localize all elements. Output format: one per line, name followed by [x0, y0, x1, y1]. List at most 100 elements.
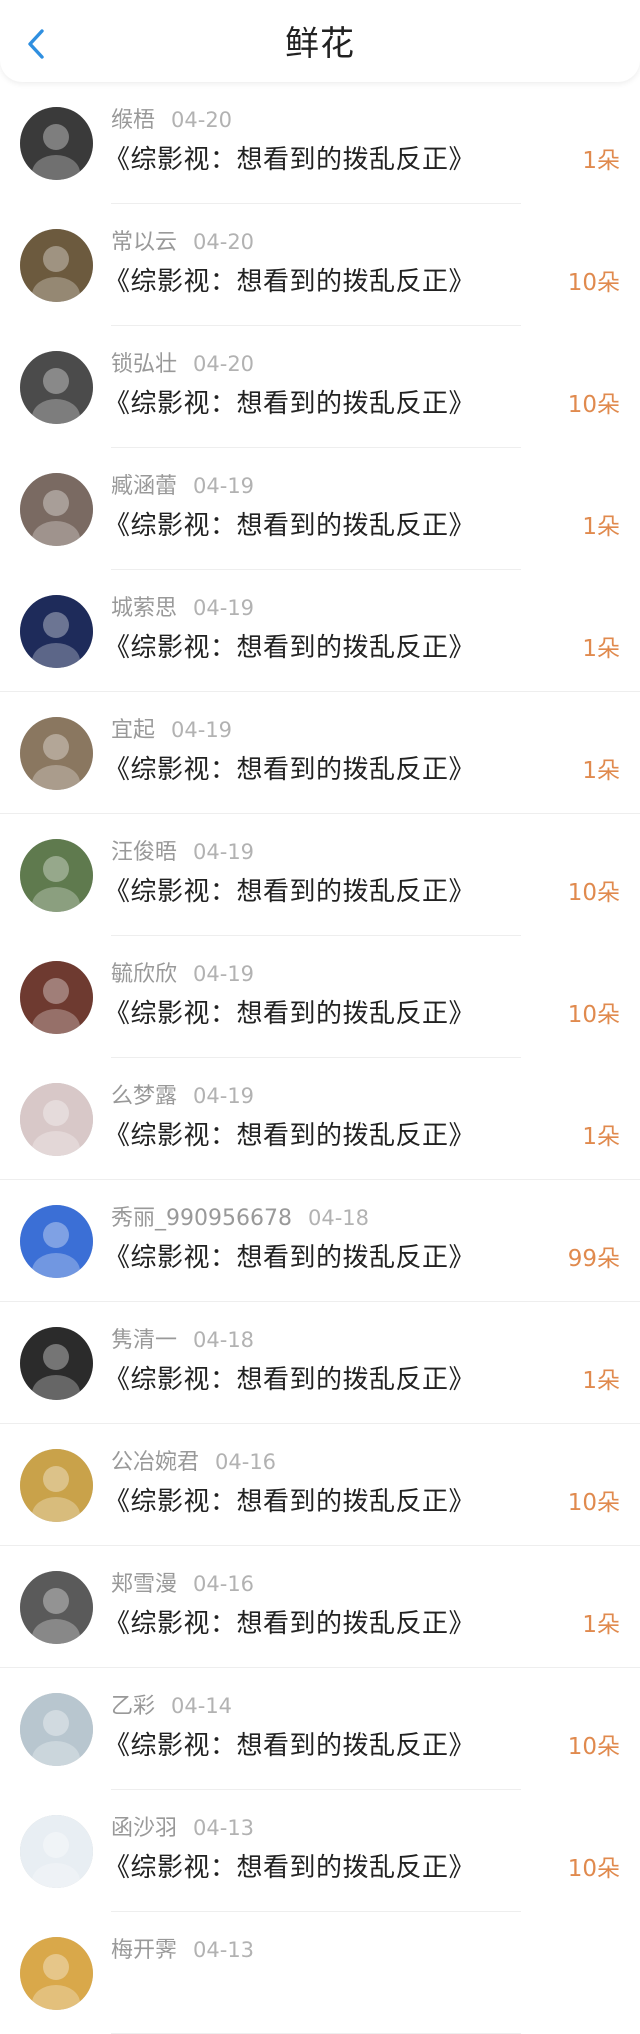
- avatar[interactable]: [20, 1449, 93, 1522]
- user-name: 么梦露: [111, 1084, 178, 1109]
- list-item[interactable]: 汪俊晤 04-19 《综影视：想看到的拨乱反正》 10朵: [0, 814, 640, 936]
- user-name: 汪俊晤: [111, 840, 178, 865]
- flower-count: 1朵: [582, 148, 620, 174]
- list-item[interactable]: 郏雪漫 04-16 《综影视：想看到的拨乱反正》 1朵: [0, 1546, 640, 1668]
- user-name-line: 郏雪漫 04-16: [111, 1569, 254, 1600]
- book-title: 《综影视：想看到的拨乱反正》: [104, 145, 476, 175]
- list-item[interactable]: 城萦思 04-19 《综影视：想看到的拨乱反正》 1朵: [0, 570, 640, 692]
- avatar[interactable]: [20, 1571, 93, 1644]
- avatar[interactable]: [20, 351, 93, 424]
- flower-count: 99朵: [567, 1246, 620, 1272]
- book-title: 《综影视：想看到的拨乱反正》: [104, 1121, 476, 1151]
- user-name: 城萦思: [111, 596, 178, 621]
- avatar[interactable]: [20, 1327, 93, 1400]
- list-item[interactable]: 臧涵蕾 04-19 《综影视：想看到的拨乱反正》 1朵: [0, 448, 640, 570]
- avatar[interactable]: [20, 1693, 93, 1766]
- user-name-line: 常以云 04-20: [111, 227, 254, 258]
- user-name-line: 汪俊晤 04-19: [111, 837, 254, 868]
- flower-count: 1朵: [582, 1368, 620, 1394]
- list-item[interactable]: 锁弘壮 04-20 《综影视：想看到的拨乱反正》 10朵: [0, 326, 640, 448]
- flower-list: 缑梧 04-20 《综影视：想看到的拨乱反正》 1朵 常以云 04-20 《综影视：想看到的…: [0, 82, 640, 2034]
- user-name: 梅开霁: [111, 1938, 178, 1963]
- gift-date: 04-20: [193, 352, 255, 376]
- avatar[interactable]: [20, 961, 93, 1034]
- flower-count: 10朵: [567, 1856, 620, 1882]
- list-item[interactable]: 梅开霁 04-13: [0, 1912, 640, 2034]
- user-name: 锁弘壮: [111, 352, 178, 377]
- avatar[interactable]: [20, 107, 93, 180]
- user-name: 隽清一: [111, 1328, 178, 1353]
- gift-date: 04-20: [193, 230, 255, 254]
- gift-date: 04-18: [307, 1206, 370, 1230]
- user-name-line: 公冶婉君 04-16: [111, 1447, 276, 1478]
- book-title: 《综影视：想看到的拨乱反正》: [104, 633, 476, 663]
- flower-count: 1朵: [582, 758, 620, 784]
- page-title: 鲜花: [285, 24, 355, 64]
- gift-date: 04-14: [171, 1694, 233, 1718]
- gift-date: 04-19: [193, 474, 255, 498]
- book-title: 《综影视：想看到的拨乱反正》: [104, 999, 476, 1029]
- avatar[interactable]: [20, 1937, 93, 2010]
- list-item[interactable]: 隽清一 04-18 《综影视：想看到的拨乱反正》 1朵: [0, 1302, 640, 1424]
- book-title: 《综影视：想看到的拨乱反正》: [104, 755, 476, 785]
- user-name: 臧涵蕾: [111, 474, 178, 499]
- user-name-line: 么梦露 04-19: [111, 1081, 254, 1112]
- user-name-line: 锁弘壮 04-20: [111, 349, 254, 380]
- book-title: 《综影视：想看到的拨乱反正》: [104, 877, 476, 907]
- flower-count: 1朵: [582, 514, 620, 540]
- gift-date: 04-19: [193, 596, 255, 620]
- book-title: 《综影视：想看到的拨乱反正》: [104, 1243, 476, 1273]
- user-name: 秀丽_990956678: [111, 1206, 292, 1231]
- avatar[interactable]: [20, 1205, 93, 1278]
- book-title: 《综影视：想看到的拨乱反正》: [104, 1487, 476, 1517]
- gift-date: 04-19: [193, 840, 255, 864]
- gift-date: 04-20: [171, 108, 233, 132]
- flower-count: 10朵: [567, 1002, 620, 1028]
- list-item[interactable]: 缑梧 04-20 《综影视：想看到的拨乱反正》 1朵: [0, 82, 640, 204]
- book-title: 《综影视：想看到的拨乱反正》: [104, 1609, 476, 1639]
- user-name: 毓欣欣: [111, 962, 178, 987]
- user-name: 公冶婉君: [111, 1450, 200, 1475]
- user-name: 常以云: [111, 230, 178, 255]
- flower-count: 10朵: [567, 270, 620, 296]
- list-item[interactable]: 毓欣欣 04-19 《综影视：想看到的拨乱反正》 10朵: [0, 936, 640, 1058]
- book-title: 《综影视：想看到的拨乱反正》: [104, 511, 476, 541]
- avatar[interactable]: [20, 1083, 93, 1156]
- list-item[interactable]: 公冶婉君 04-16 《综影视：想看到的拨乱反正》 10朵: [0, 1424, 640, 1546]
- book-title: 《综影视：想看到的拨乱反正》: [104, 389, 476, 419]
- user-name: 函沙羽: [111, 1816, 178, 1841]
- user-name: 宜起: [111, 718, 156, 743]
- user-name-line: 臧涵蕾 04-19: [111, 471, 254, 502]
- list-item[interactable]: 常以云 04-20 《综影视：想看到的拨乱反正》 10朵: [0, 204, 640, 326]
- avatar[interactable]: [20, 839, 93, 912]
- avatar[interactable]: [20, 1815, 93, 1888]
- book-title: 《综影视：想看到的拨乱反正》: [104, 267, 476, 297]
- user-name-line: 毓欣欣 04-19: [111, 959, 254, 990]
- flower-count: 10朵: [567, 880, 620, 906]
- user-name: 乙彩: [111, 1694, 156, 1719]
- avatar[interactable]: [20, 229, 93, 302]
- list-item[interactable]: 乙彩 04-14 《综影视：想看到的拨乱反正》 10朵: [0, 1668, 640, 1790]
- list-item[interactable]: 秀丽_990956678 04-18 《综影视：想看到的拨乱反正》 99朵: [0, 1180, 640, 1302]
- avatar[interactable]: [20, 473, 93, 546]
- gift-date: 04-13: [193, 1938, 255, 1962]
- user-name-line: 城萦思 04-19: [111, 593, 254, 624]
- list-item[interactable]: 么梦露 04-19 《综影视：想看到的拨乱反正》 1朵: [0, 1058, 640, 1180]
- user-name-line: 宜起 04-19: [111, 715, 232, 746]
- user-name-line: 乙彩 04-14: [111, 1691, 232, 1722]
- list-item[interactable]: 宜起 04-19 《综影视：想看到的拨乱反正》 1朵: [0, 692, 640, 814]
- flower-count: 10朵: [567, 1734, 620, 1760]
- user-name: 郏雪漫: [111, 1572, 178, 1597]
- user-name-line: 秀丽_990956678 04-18: [111, 1203, 369, 1234]
- list-item[interactable]: 函沙羽 04-13 《综影视：想看到的拨乱反正》 10朵: [0, 1790, 640, 1912]
- user-name-line: 隽清一 04-18: [111, 1325, 254, 1356]
- gift-date: 04-16: [215, 1450, 277, 1474]
- gift-date: 04-19: [193, 1084, 255, 1108]
- avatar[interactable]: [20, 595, 93, 668]
- flower-count: 1朵: [582, 1612, 620, 1638]
- book-title: 《综影视：想看到的拨乱反正》: [104, 1853, 476, 1883]
- gift-date: 04-13: [193, 1816, 255, 1840]
- avatar[interactable]: [20, 717, 93, 790]
- top-bar: 鲜花: [0, 0, 640, 82]
- user-name-line: 梅开霁 04-13: [111, 1935, 254, 1966]
